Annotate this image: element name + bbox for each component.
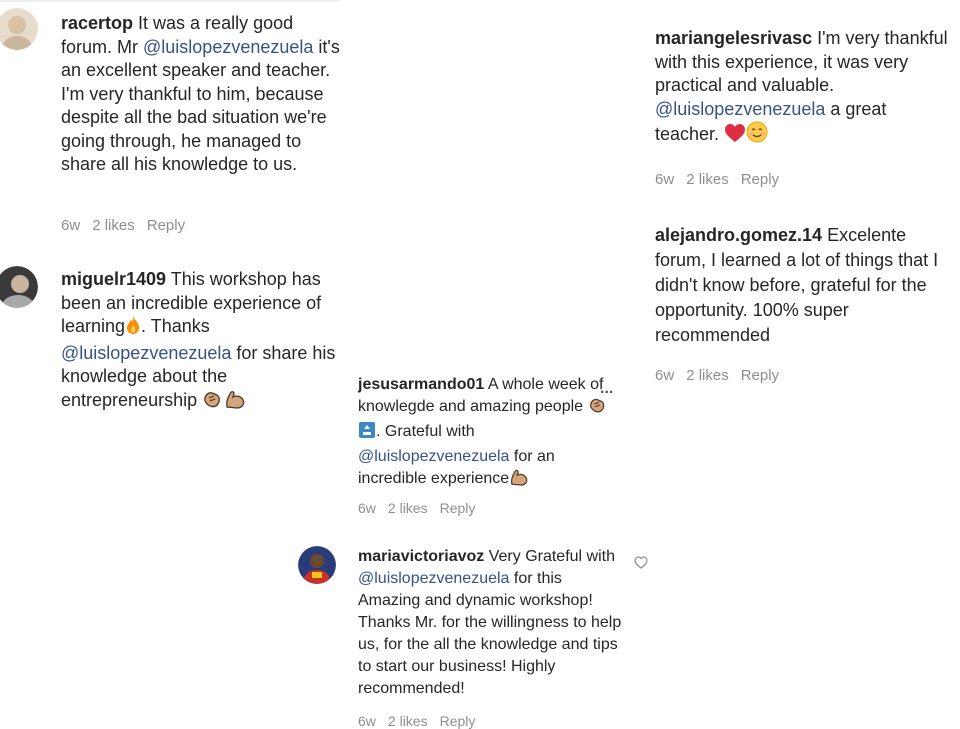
reply-button[interactable]: Reply [440, 713, 476, 729]
reply-button[interactable]: Reply [741, 171, 779, 188]
comment-meta: 6w 2 likes Reply [61, 217, 197, 234]
flexed-biceps-icon [224, 389, 246, 416]
likes-count[interactable]: 2 likes [92, 217, 135, 234]
mention-link[interactable]: @luislopezvenezuela [358, 448, 509, 465]
more-options-button[interactable]: ... [600, 380, 613, 398]
comment-text-part: for this Amazing and dynamic workshop! T… [358, 570, 622, 697]
comment-racertop: racertop It was a really good forum. Mr … [0, 0, 340, 240]
comment-text: mariavictoriavoz Very Grateful with @lui… [358, 546, 622, 700]
comment-text-part: Very Grateful with [484, 548, 615, 565]
reply-button[interactable]: Reply [741, 367, 779, 384]
timestamp: 6w [358, 713, 376, 729]
likes-count[interactable]: 2 likes [388, 500, 428, 516]
avatar[interactable] [0, 266, 38, 308]
comment-text: jesusarmando01 A whole week of knowlegde… [358, 374, 620, 493]
reply-button[interactable]: Reply [440, 500, 476, 516]
username[interactable]: jesusarmando01 [358, 376, 484, 393]
top-arrow-icon [358, 421, 376, 446]
username[interactable]: alejandro.gomez.14 [655, 225, 822, 245]
clapping-hands-icon [588, 396, 608, 421]
mention-link[interactable]: @luislopezvenezuela [143, 37, 313, 57]
flexed-biceps-icon [509, 468, 529, 493]
heart-like-icon[interactable] [634, 556, 648, 574]
timestamp: 6w [655, 367, 675, 384]
clapping-hands-icon [202, 389, 224, 416]
avatar[interactable] [0, 8, 38, 50]
username[interactable]: mariangelesrivasc [655, 28, 812, 48]
likes-count[interactable]: 2 likes [388, 713, 428, 729]
likes-count[interactable]: 2 likes [686, 367, 729, 384]
timestamp: 6w [358, 500, 376, 516]
comment-miguelr1409: miguelr1409 This workshop has been an in… [0, 260, 340, 420]
username[interactable]: mariavictoriavoz [358, 548, 484, 565]
comment-text-part: it's an excellent speaker and teacher. I… [61, 36, 340, 175]
comment-text: mariangelesrivasc I'm very thankful with… [655, 27, 955, 150]
comment-text-part: . Grateful with [376, 423, 475, 440]
smiling-face-icon [746, 121, 768, 150]
timestamp: 6w [61, 217, 81, 234]
comment-text: alejandro.gomez.14 Excelente forum, I le… [655, 223, 957, 348]
fire-icon [125, 315, 141, 342]
username[interactable]: racertop [61, 13, 133, 33]
username[interactable]: miguelr1409 [61, 269, 166, 289]
comment-text: miguelr1409 This workshop has been an in… [61, 268, 341, 415]
comment-alejandro-gomez-14: alejandro.gomez.14 Excelente forum, I le… [640, 215, 960, 395]
likes-count[interactable]: 2 likes [686, 171, 729, 188]
mention-link[interactable]: @luislopezvenezuela [61, 343, 231, 363]
comment-jesusarmando01: jesusarmando01 A whole week of knowlegde… [340, 370, 640, 530]
comment-meta: 6w 2 likes Reply [358, 500, 487, 516]
comment-meta: 6w 2 likes Reply [655, 171, 791, 188]
red-heart-icon [724, 123, 746, 150]
comment-mariangelesrivasc: mariangelesrivasc I'm very thankful with… [640, 0, 960, 210]
avatar[interactable] [298, 546, 336, 584]
comment-mariavictoriavoz: mariavictoriavoz Very Grateful with @lui… [290, 540, 660, 729]
mention-link[interactable]: @luislopezvenezuela [655, 99, 825, 119]
timestamp: 6w [655, 171, 675, 188]
mention-link[interactable]: @luislopezvenezuela [358, 570, 509, 587]
comment-meta: 6w 2 likes Reply [655, 367, 791, 384]
reply-button[interactable]: Reply [147, 217, 185, 234]
comment-text-part: . Thanks [141, 316, 210, 336]
comment-meta: 6w 2 likes Reply [358, 713, 487, 729]
comment-text: racertop It was a really good forum. Mr … [61, 12, 341, 177]
